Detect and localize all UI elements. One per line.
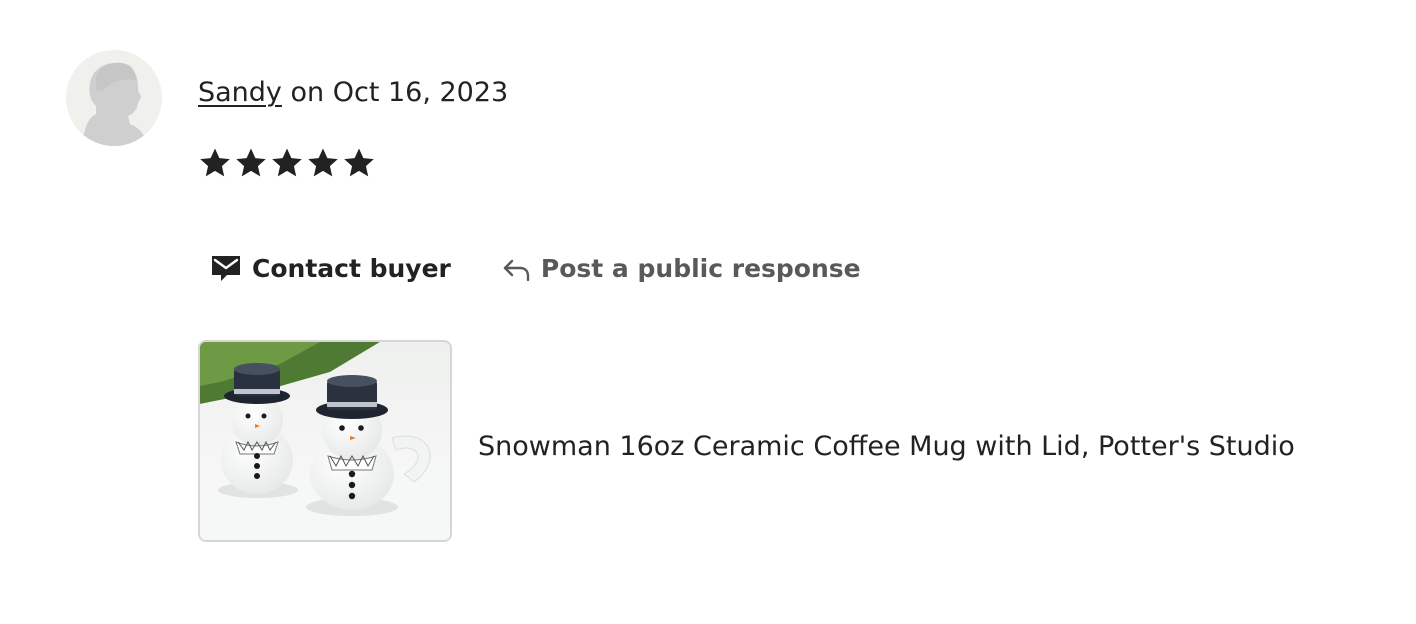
contact-buyer-button[interactable]: Contact buyer: [210, 253, 451, 283]
message-envelope-icon: [210, 253, 242, 283]
post-public-response-button[interactable]: Post a public response: [501, 253, 861, 283]
star-icon: [272, 148, 302, 177]
reply-arrow-icon: [501, 253, 533, 283]
avatar: [66, 50, 162, 146]
star-rating: [198, 143, 376, 183]
product-thumbnail[interactable]: [198, 340, 452, 542]
star-icon: [344, 148, 374, 177]
contact-buyer-label: Contact buyer: [252, 253, 451, 283]
reviewer-name-link[interactable]: Sandy: [198, 77, 282, 108]
star-icon: [236, 148, 266, 177]
snowman-mug-photo: [200, 342, 450, 540]
review-header: Sandy on Oct 16, 2023: [198, 74, 508, 112]
post-public-response-label: Post a public response: [540, 253, 861, 283]
profile-silhouette-icon: [66, 50, 162, 146]
star-icon: [308, 148, 338, 177]
star-icon: [200, 148, 230, 177]
review-actions: Contact buyer Post a public response: [210, 248, 861, 288]
product-title-link[interactable]: Snowman 16oz Ceramic Coffee Mug with Lid…: [478, 428, 1295, 466]
review-date: on Oct 16, 2023: [281, 77, 509, 108]
